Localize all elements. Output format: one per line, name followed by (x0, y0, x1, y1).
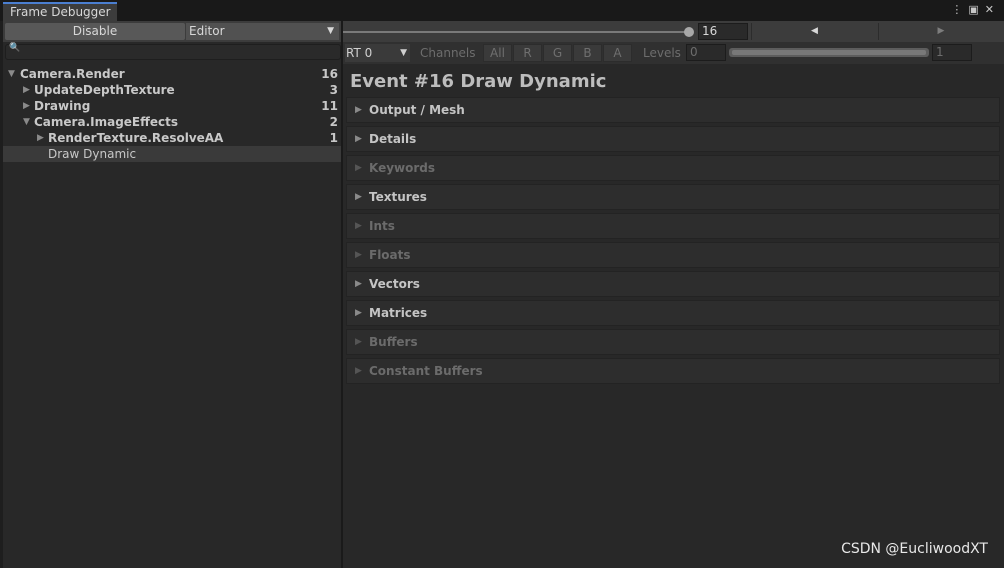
tree-item-count: 1 (329, 131, 338, 145)
tree-item-label: Drawing (34, 99, 91, 113)
expand-arrow-icon[interactable]: ▼ (23, 114, 30, 130)
tree-item-drawing[interactable]: ▶ Drawing 11 (3, 98, 341, 114)
more-options-icon[interactable]: ⋮ (951, 3, 968, 16)
expand-arrow-icon: ▶ (355, 163, 362, 173)
section-label: Output / Mesh (369, 103, 465, 117)
tree-item-count: 2 (329, 115, 338, 129)
previous-event-button[interactable]: ◀ (751, 23, 877, 40)
expand-arrow-icon: ▶ (355, 308, 362, 318)
collapse-arrow-icon[interactable]: ▶ (23, 82, 30, 98)
channel-a-button[interactable]: A (603, 44, 632, 62)
tree-item-label: Draw Dynamic (48, 147, 137, 161)
expand-arrow-icon: ▶ (355, 279, 362, 289)
section-buffers: ▶ Buffers (346, 329, 1000, 355)
section-matrices[interactable]: ▶ Matrices (346, 300, 1000, 326)
tree-item-camera-image-effects[interactable]: ▼ Camera.ImageEffects 2 (3, 114, 341, 130)
section-constant-buffers: ▶ Constant Buffers (346, 358, 1000, 384)
event-slider-handle[interactable] (684, 27, 694, 37)
section-label: Ints (369, 219, 395, 233)
levels-min-field[interactable]: 0 (686, 44, 726, 61)
section-label: Buffers (369, 335, 418, 349)
section-keywords: ▶ Keywords (346, 155, 1000, 181)
channels-label: Channels (420, 46, 476, 60)
render-target-value: RT 0 (346, 46, 373, 60)
maximize-icon[interactable]: ▣ (968, 3, 984, 16)
close-icon[interactable]: ✕ (985, 3, 1000, 16)
section-label: Details (369, 132, 417, 146)
channel-b-button[interactable]: B (573, 44, 602, 62)
tree-item-label: UpdateDepthTexture (34, 83, 175, 97)
arrow-right-icon: ▶ (937, 26, 945, 36)
left-toolbar: Disable Editor ▼ (3, 21, 341, 42)
tree-item-draw-dynamic[interactable]: Draw Dynamic (3, 146, 341, 162)
target-dropdown[interactable]: Editor ▼ (186, 23, 339, 40)
tree-item-camera-render[interactable]: ▼ Camera.Render 16 (3, 66, 341, 82)
expand-arrow-icon: ▶ (355, 337, 362, 347)
section-label: Vectors (369, 277, 420, 291)
section-label: Matrices (369, 306, 428, 320)
section-details[interactable]: ▶ Details (346, 126, 1000, 152)
tree-item-count: 11 (321, 99, 338, 113)
next-event-button[interactable]: ▶ (878, 23, 1003, 40)
tree-item-count: 16 (321, 67, 338, 81)
section-label: Floats (369, 248, 411, 262)
section-label: Constant Buffers (369, 364, 483, 378)
expand-arrow-icon[interactable]: ▼ (8, 66, 15, 82)
watermark: CSDN @EucliwoodXT (841, 541, 988, 557)
tree-item-render-texture-resolve-aa[interactable]: ▶ RenderTexture.ResolveAA 1 (3, 130, 341, 146)
expand-arrow-icon: ▶ (355, 134, 362, 144)
event-hierarchy-panel: Disable Editor ▼ 🔍 ▼ Camera.Render 16 ▶ … (3, 21, 341, 568)
search-input[interactable]: 🔍 (5, 43, 341, 60)
arrow-left-icon: ◀ (811, 26, 818, 36)
section-ints: ▶ Ints (346, 213, 1000, 239)
collapse-arrow-icon[interactable]: ▶ (23, 98, 30, 114)
event-slider[interactable] (343, 31, 688, 33)
section-output-mesh[interactable]: ▶ Output / Mesh (346, 97, 1000, 123)
expand-arrow-icon: ▶ (355, 366, 362, 376)
disable-button[interactable]: Disable (5, 23, 185, 40)
tree-item-label: Camera.ImageEffects (34, 115, 178, 129)
tree-item-label: RenderTexture.ResolveAA (48, 131, 224, 145)
expand-arrow-icon: ▶ (355, 105, 362, 115)
chevron-down-icon: ▼ (400, 48, 407, 58)
channel-g-button[interactable]: G (543, 44, 572, 62)
target-dropdown-value: Editor (189, 24, 225, 38)
chevron-down-icon: ▼ (327, 26, 334, 36)
expand-arrow-icon: ▶ (355, 250, 362, 260)
channel-all-button[interactable]: All (483, 44, 512, 62)
tab-label: Frame Debugger (10, 5, 111, 19)
event-number-field[interactable]: 16 (698, 23, 748, 40)
window-controls: ⋮▣✕ (951, 3, 1000, 16)
tab-frame-debugger[interactable]: Frame Debugger (3, 2, 117, 21)
section-label: Keywords (369, 161, 436, 175)
tree-item-count: 3 (329, 83, 338, 97)
event-title: Event #16 Draw Dynamic (350, 71, 607, 92)
search-icon: 🔍 (9, 43, 21, 53)
levels-max-field[interactable]: 1 (932, 44, 972, 61)
event-navigation-bar: 16 ◀ ▶ (343, 21, 1004, 42)
render-target-dropdown[interactable]: RT 0 ▼ (345, 44, 410, 62)
render-target-toolbar: RT 0 ▼ Channels All R G B A Levels 0 1 (343, 42, 1004, 64)
section-floats: ▶ Floats (346, 242, 1000, 268)
tab-bar (0, 0, 1004, 21)
expand-arrow-icon: ▶ (355, 192, 362, 202)
tree-item-update-depth-texture[interactable]: ▶ UpdateDepthTexture 3 (3, 82, 341, 98)
section-label: Textures (369, 190, 427, 204)
expand-arrow-icon: ▶ (355, 221, 362, 231)
tree-item-label: Camera.Render (20, 67, 125, 81)
section-textures[interactable]: ▶ Textures (346, 184, 1000, 210)
section-vectors[interactable]: ▶ Vectors (346, 271, 1000, 297)
collapse-arrow-icon[interactable]: ▶ (37, 130, 44, 146)
levels-range-fill[interactable] (732, 50, 926, 55)
levels-label: Levels (643, 46, 681, 60)
event-details-panel: 16 ◀ ▶ RT 0 ▼ Channels All R G B A Level… (343, 21, 1004, 568)
channel-r-button[interactable]: R (513, 44, 542, 62)
